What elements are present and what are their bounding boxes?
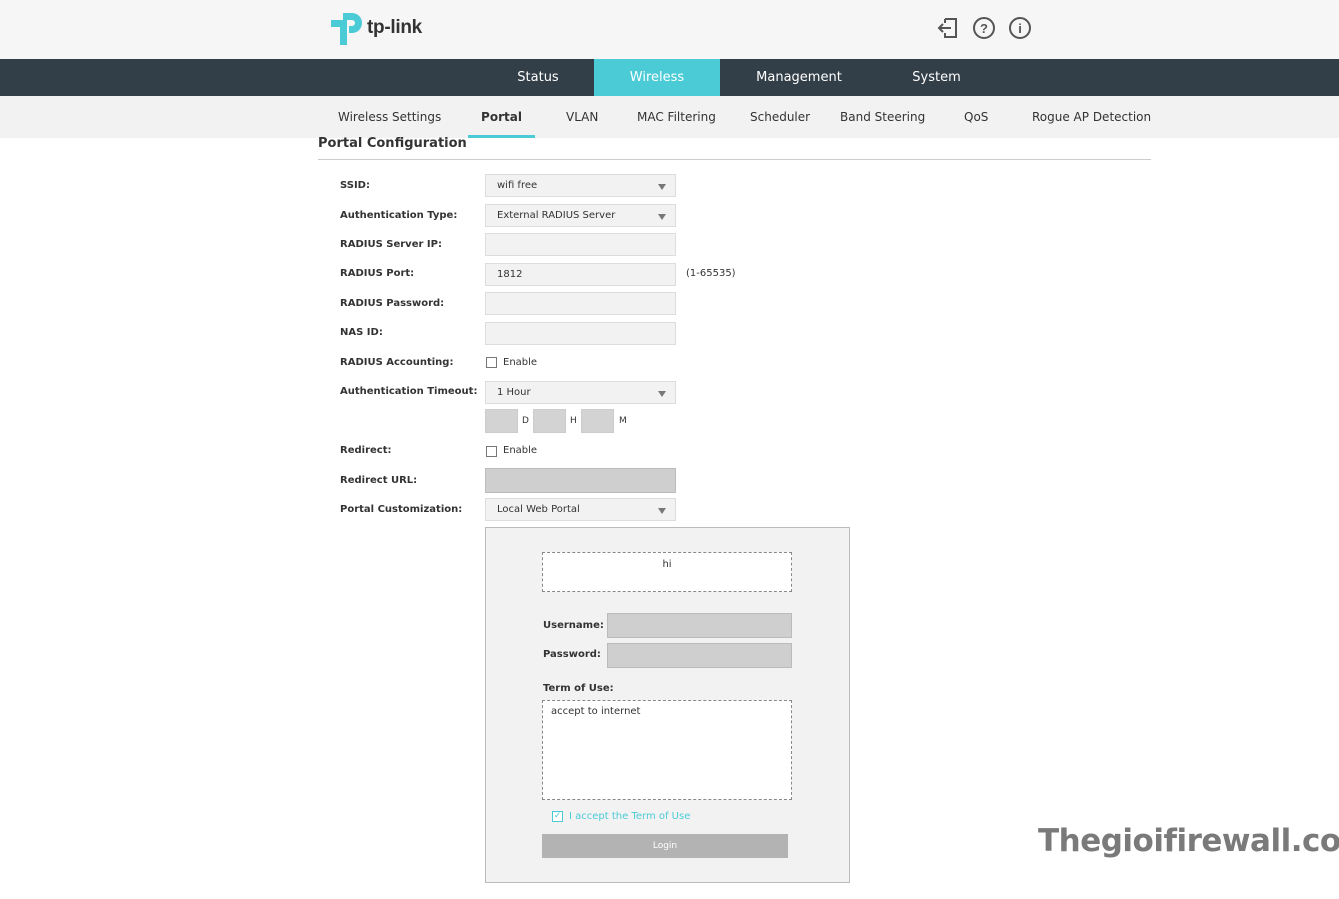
terms-text-box[interactable]: accept to internet	[542, 700, 792, 800]
radius-port-hint: (1-65535)	[686, 268, 736, 279]
redirect-enable-label: Enable	[503, 445, 538, 456]
terms-label: Term of Use:	[543, 683, 614, 694]
logout-icon[interactable]	[937, 17, 959, 39]
main-nav-management[interactable]: Management	[720, 59, 878, 96]
radius-ip-input[interactable]	[485, 233, 676, 256]
sub-nav-qos[interactable]: QoS	[964, 96, 988, 138]
redirect-url-label: Redirect URL:	[340, 475, 418, 486]
radius-accounting-checkbox[interactable]	[486, 357, 497, 368]
sub-nav-mac-filtering[interactable]: MAC Filtering	[637, 96, 716, 138]
preview-password-label: Password:	[543, 649, 601, 660]
radius-password-label: RADIUS Password:	[340, 298, 445, 309]
timeout-minutes-input[interactable]	[581, 409, 614, 433]
section-title: Portal Configuration	[318, 136, 467, 151]
top-bar: tp-link ? i	[0, 0, 1339, 59]
redirect-checkbox[interactable]	[486, 446, 497, 457]
timeout-days-input[interactable]	[485, 409, 518, 433]
welcome-text-box[interactable]: hi	[542, 552, 792, 592]
login-button[interactable]: Login	[542, 834, 788, 858]
timeout-hours-input[interactable]	[533, 409, 566, 433]
sub-nav-portal[interactable]: Portal	[468, 96, 535, 138]
auth-timeout-label: Authentication Timeout:	[340, 386, 478, 397]
timeout-days-unit: D	[522, 416, 529, 426]
preview-username-input[interactable]	[607, 613, 792, 638]
auth-type-select[interactable]: External RADIUS Server	[485, 204, 676, 227]
main-nav: Status Wireless Management System	[0, 59, 1339, 96]
sub-nav-wireless-settings[interactable]: Wireless Settings	[338, 96, 441, 138]
radius-accounting-enable-label: Enable	[503, 357, 538, 368]
sub-nav: Wireless Settings Portal VLAN MAC Filter…	[0, 96, 1339, 138]
portal-customization-label: Portal Customization:	[340, 504, 463, 515]
watermark: Thegioifirewall.com	[1038, 823, 1339, 859]
timeout-minutes-unit: M	[619, 416, 627, 426]
auth-timeout-select[interactable]: 1 Hour	[485, 381, 676, 404]
radius-port-input[interactable]: 1812	[485, 263, 676, 286]
section-divider	[318, 159, 1151, 160]
redirect-url-input[interactable]	[485, 468, 676, 493]
preview-password-input[interactable]	[607, 643, 792, 668]
radius-accounting-label: RADIUS Accounting:	[340, 357, 454, 368]
sub-nav-rogue-ap-detection[interactable]: Rogue AP Detection	[1032, 96, 1151, 138]
radius-ip-label: RADIUS Server IP:	[340, 239, 442, 250]
redirect-label: Redirect:	[340, 445, 392, 456]
sub-nav-vlan[interactable]: VLAN	[566, 96, 598, 138]
info-icon[interactable]: i	[1009, 17, 1031, 39]
radius-port-label: RADIUS Port:	[340, 268, 415, 279]
help-icon[interactable]: ?	[973, 17, 995, 39]
radius-password-input[interactable]	[485, 292, 676, 315]
ssid-label: SSID:	[340, 180, 370, 191]
nas-id-label: NAS ID:	[340, 327, 383, 338]
main-nav-system[interactable]: System	[878, 59, 995, 96]
ssid-select[interactable]: wifi free	[485, 174, 676, 197]
accept-terms-label[interactable]: I accept the Term of Use	[569, 811, 690, 822]
accept-terms-checkbox[interactable]: ✓	[552, 811, 563, 822]
tp-link-logo-icon	[331, 13, 362, 45]
auth-type-label: Authentication Type:	[340, 210, 458, 221]
portal-customization-select[interactable]: Local Web Portal	[485, 498, 676, 521]
sub-nav-band-steering[interactable]: Band Steering	[840, 96, 925, 138]
tp-link-logo[interactable]: tp-link	[330, 10, 422, 46]
logo-text: tp-link	[367, 17, 422, 38]
timeout-hours-unit: H	[570, 416, 577, 426]
main-nav-status[interactable]: Status	[482, 59, 594, 96]
main-nav-wireless[interactable]: Wireless	[594, 59, 720, 96]
nas-id-input[interactable]	[485, 322, 676, 345]
preview-username-label: Username:	[543, 620, 604, 631]
sub-nav-scheduler[interactable]: Scheduler	[750, 96, 810, 138]
